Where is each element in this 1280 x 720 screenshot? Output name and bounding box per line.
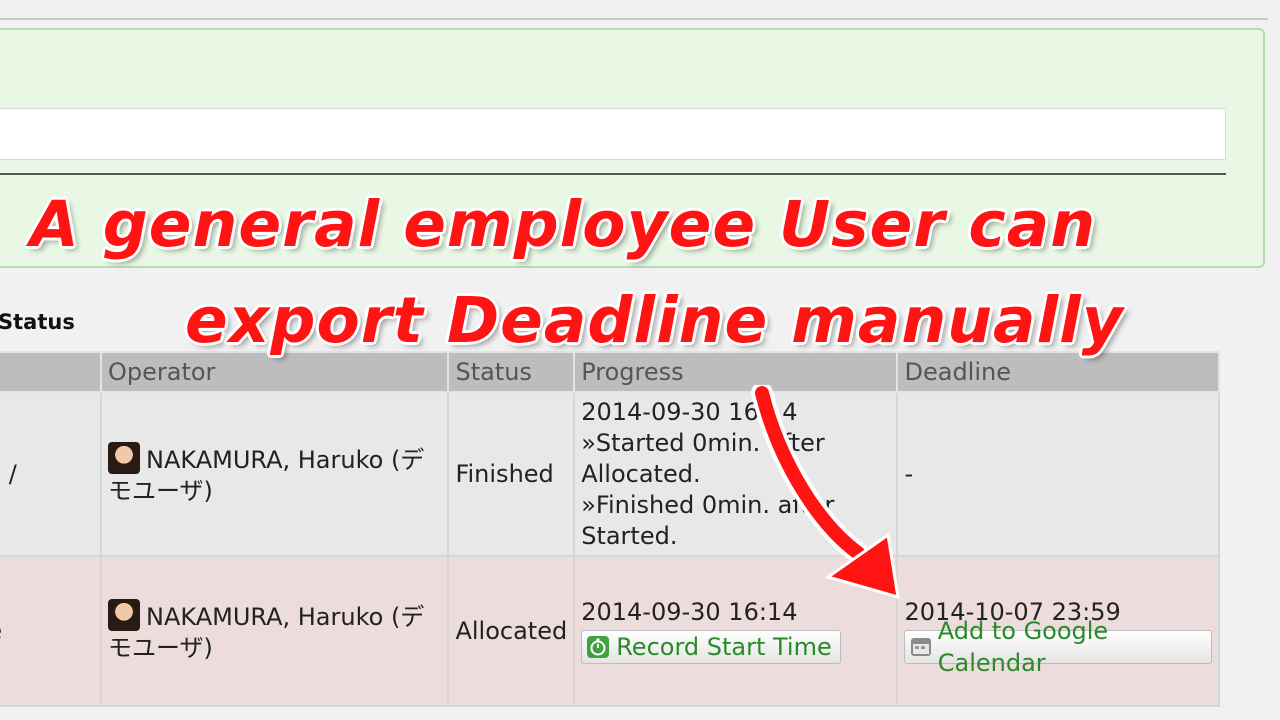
cell-deadline: - (896, 391, 1220, 557)
cell-deadline: 2014-10-07 23:59 Add to Google Calendar (896, 555, 1220, 707)
calendar-icon (909, 635, 931, 659)
header-status[interactable]: Status (447, 351, 576, 393)
table-row: date NAKAMURA, Haruko (デモユーザ) Allocated … (0, 555, 1220, 707)
add-to-google-calendar-label: Add to Google Calendar (937, 616, 1109, 677)
annotation-line-2: export Deadline manually (185, 284, 1124, 357)
operator-name: NAKAMURA, Haruko (デモユーザ) (108, 602, 425, 662)
annotation-line-1: A general employee User can (30, 188, 1097, 261)
header-deadline[interactable]: Deadline (896, 351, 1220, 393)
table-row: / Blog NAKAMURA, Haruko (デモユーザ) Finished… (0, 391, 1220, 557)
panel-divider (0, 173, 1226, 175)
cell-status: Finished (447, 391, 576, 557)
text-input[interactable] (0, 108, 1226, 160)
top-divider (0, 18, 1268, 20)
avatar (108, 441, 140, 474)
section-heading: Status (0, 310, 75, 334)
table-header-row: Operator Status Progress Deadline (0, 351, 1220, 393)
record-start-time-label: Record Start Time (616, 632, 832, 661)
red-arrow-icon (751, 385, 900, 600)
task-title-link[interactable]: date (0, 616, 94, 647)
header-operator[interactable]: Operator (99, 351, 450, 393)
add-to-google-calendar-button[interactable]: Add to Google Calendar (904, 617, 1212, 677)
cell-operator: NAKAMURA, Haruko (デモユーザ) (99, 391, 450, 557)
task-table: Operator Status Progress Deadline / Blog… (0, 351, 1220, 707)
cell-title: / Blog (0, 391, 102, 557)
header-title[interactable] (0, 351, 102, 393)
record-start-time-button[interactable]: Record Start Time (581, 629, 841, 664)
cell-status: Allocated (447, 555, 576, 707)
cell-title: date (0, 555, 102, 707)
task-title-link[interactable]: / Blog (0, 459, 94, 490)
stopwatch-icon (586, 635, 610, 659)
operator-name: NAKAMURA, Haruko (デモユーザ) (108, 445, 425, 505)
cell-operator: NAKAMURA, Haruko (デモユーザ) (99, 555, 450, 707)
avatar (108, 598, 140, 631)
